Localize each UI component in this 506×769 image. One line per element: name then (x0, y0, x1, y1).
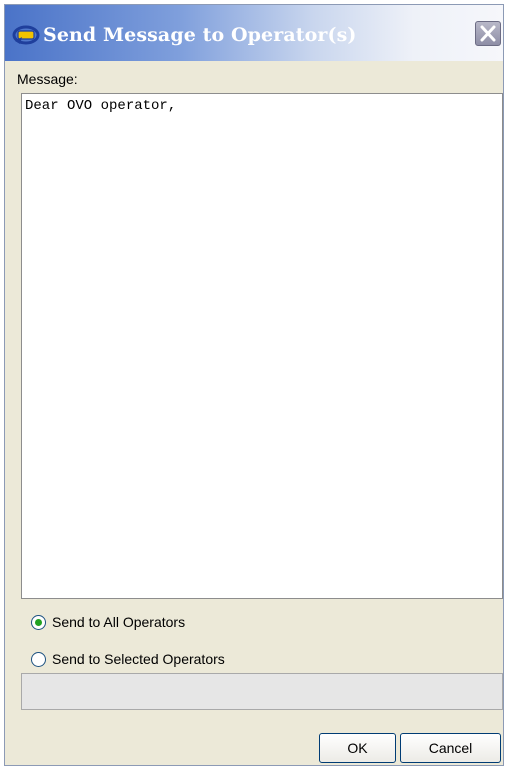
send-to-all-label: Send to All Operators (52, 614, 186, 630)
ok-button[interactable]: OK (319, 733, 396, 763)
send-to-selected-option[interactable]: Send to Selected Operators (31, 649, 225, 669)
send-to-all-radio[interactable] (31, 614, 46, 630)
window-title: Send Message to Operator(s) (43, 24, 357, 46)
send-message-dialog: Send Message to Operator(s) Message: Dea… (4, 4, 504, 766)
send-to-selected-radio[interactable] (31, 651, 46, 667)
send-to-all-option[interactable]: Send to All Operators (31, 612, 185, 632)
operator-message-icon (12, 24, 40, 46)
send-to-selected-label: Send to Selected Operators (52, 651, 225, 667)
close-button[interactable] (475, 21, 501, 46)
title-bar[interactable]: Send Message to Operator(s) (5, 5, 503, 61)
selected-operators-field[interactable] (21, 673, 503, 710)
message-label: Message: (17, 71, 78, 87)
message-textarea[interactable]: Dear OVO operator, (21, 93, 503, 599)
cancel-button[interactable]: Cancel (400, 733, 501, 763)
